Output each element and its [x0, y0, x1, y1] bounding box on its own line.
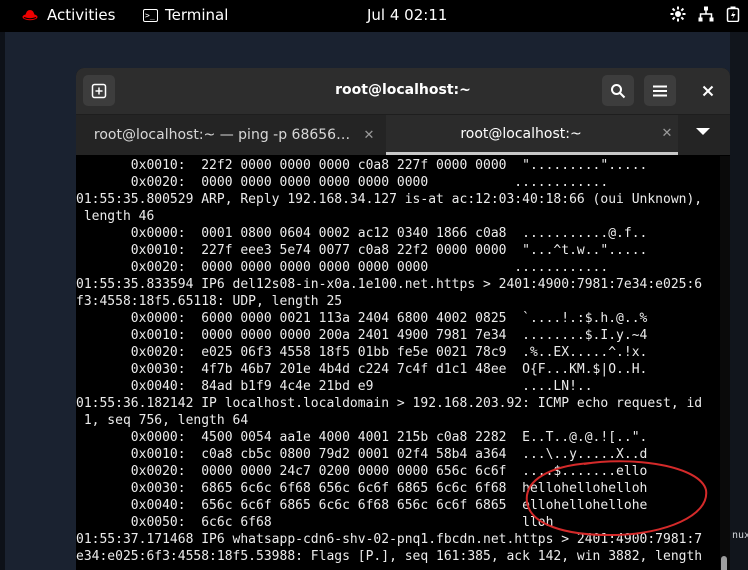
tab-label: root@localhost:~ — ping -p 68656… [93, 127, 351, 143]
terminal-line: 01:55:37.171468 IP6 whatsapp-cdn6-shv-02… [76, 532, 703, 547]
tab-label: root@localhost:~ [460, 125, 582, 142]
clock[interactable]: Jul 4 02:11 [367, 6, 447, 24]
terminal-line: 0x0020: 0000 0000 0000 0000 0000 0000 ..… [76, 175, 609, 190]
app-menu[interactable]: >_ Terminal [143, 6, 228, 24]
terminal-line: 0x0030: 6865 6c6c 6f68 656c 6c6f 6865 6c… [76, 481, 648, 496]
activities-label: Activities [47, 6, 116, 24]
scrollbar[interactable] [720, 156, 730, 570]
terminal-line: 0x0010: 227f eee3 5e74 0077 c0a8 22f2 00… [76, 243, 648, 258]
terminal-line: 0x0000: 6000 0000 0021 113a 2404 6800 40… [76, 311, 648, 326]
app-name: Terminal [165, 6, 229, 24]
hamburger-menu-icon [653, 85, 667, 96]
terminal-line: length 46 [76, 209, 155, 224]
terminal-line: 0x0040: 656c 6c6f 6865 6c6c 6f68 656c 6c… [76, 498, 648, 513]
tab-bar: root@localhost:~ — ping -p 68656… ✕ root… [76, 115, 730, 155]
tab-list-dropdown-icon[interactable] [696, 128, 710, 135]
terminal-line: 0x0000: 4500 0054 aa1e 4000 4001 215b c0… [76, 430, 648, 445]
scrollbar-thumb[interactable] [721, 556, 727, 570]
network-icon[interactable] [698, 6, 714, 22]
tab-close-icon[interactable]: ✕ [656, 126, 678, 141]
terminal-line: 01:55:35.800529 ARP, Reply 192.168.34.12… [76, 192, 703, 207]
terminal-icon: >_ [143, 8, 158, 22]
terminal-line: 0x0030: 4f7b 46b7 201e 4b4d c224 7c4f d1… [76, 362, 648, 377]
redhat-logo-icon [22, 10, 38, 21]
terminal-line: 0x0010: 0000 0000 0000 200a 2401 4900 79… [76, 328, 648, 343]
terminal-line: 0x0010: 22f2 0000 0000 0000 c0a8 227f 00… [76, 158, 648, 173]
system-tray[interactable] [670, 6, 740, 22]
terminal-line: 0x0020: 0000 0000 0000 0000 0000 0000 ..… [76, 260, 609, 275]
terminal-line: f3:4558:18f5.65118: UDP, length 25 [76, 294, 343, 309]
search-icon [611, 83, 626, 98]
terminal-line: 0x0050: 6c6c 6f68 lloh [76, 515, 554, 530]
terminal-line: 0x0000: 0001 0800 0604 0002 ac12 0340 18… [76, 226, 648, 241]
activities-button[interactable]: Activities [22, 6, 115, 24]
terminal-line: 0x0020: 0000 0000 24c7 0200 0000 0000 65… [76, 464, 648, 479]
output-lines: 0x0010: 22f2 0000 0000 0000 c0a8 227f 00… [76, 157, 702, 565]
terminal-line: 0x0010: c0a8 cb5c 0800 79d2 0001 02f4 58… [76, 447, 648, 462]
tab-ping[interactable]: root@localhost:~ — ping -p 68656… ✕ [86, 115, 380, 155]
desktop-background [0, 32, 5, 570]
tab-close-icon[interactable]: ✕ [358, 128, 380, 143]
menu-button[interactable] [644, 75, 676, 106]
top-bar: Activities >_ Terminal Jul 4 02:11 [0, 0, 748, 32]
search-button[interactable] [602, 75, 634, 106]
desktop-edge: nux [730, 32, 748, 570]
terminal-line: 01:55:35.833594 IP6 del12s08-in-x0a.1e10… [76, 277, 703, 292]
accessibility-icon[interactable] [670, 6, 686, 22]
window-header[interactable]: root@localhost:~ [76, 68, 730, 115]
close-icon [702, 85, 714, 96]
close-window-button[interactable] [692, 75, 724, 106]
tab-root-localhost[interactable]: root@localhost:~ ✕ [386, 115, 678, 155]
terminal-line: 0x0040: 84ad b1f9 4c4e 21bd e9 ....LN!.. [76, 379, 593, 394]
terminal-line: 01:55:36.182142 IP localhost.localdomain… [76, 396, 703, 411]
terminal-window[interactable]: root@localhost:~ root@localhost:~ — ping… [76, 68, 730, 570]
terminal-line: 1, seq 756, length 64 [76, 413, 249, 428]
terminal-line: e34:e025:6f3:4558:18f5.53988: Flags [P.]… [76, 549, 703, 564]
battery-power-icon[interactable] [726, 6, 740, 22]
terminal-line: 0x0020: e025 06f3 4558 18f5 01bb fe5e 00… [76, 345, 648, 360]
background-window-text: nux [732, 530, 748, 541]
terminal-output[interactable]: 0x0010: 22f2 0000 0000 0000 c0a8 227f 00… [76, 156, 720, 570]
